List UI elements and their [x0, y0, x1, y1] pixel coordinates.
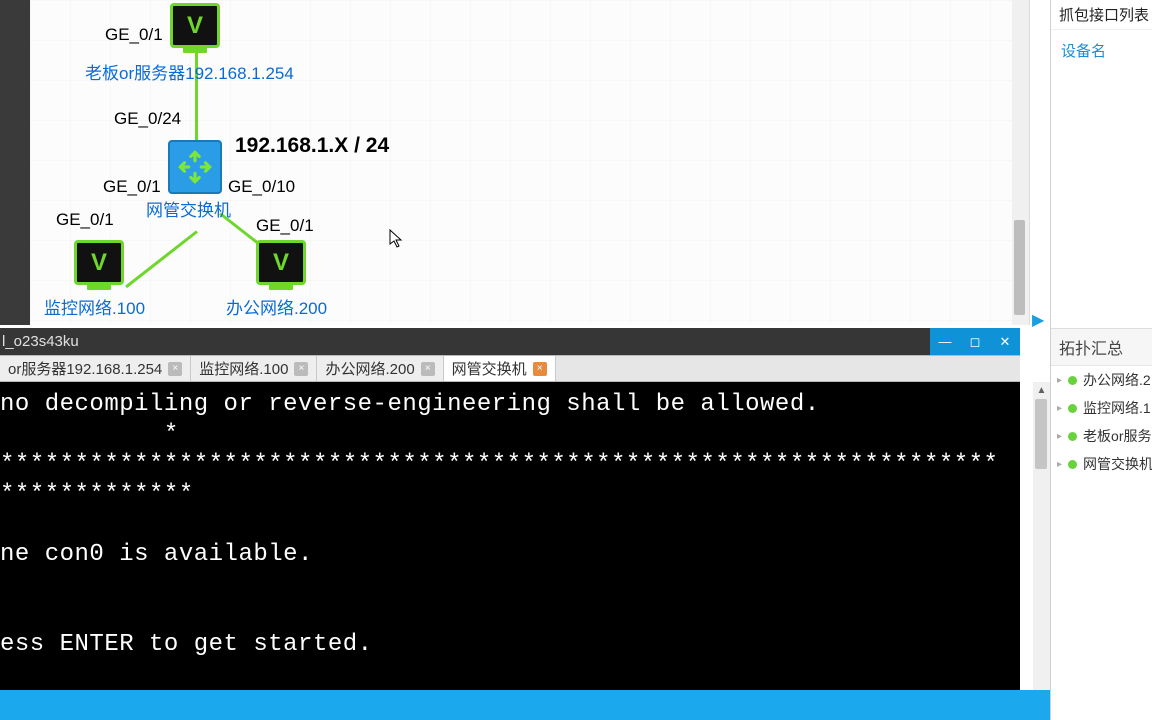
side-panel: 抓包接口列表 设备名 拓扑汇总 ▸ 办公网络.2 ▸ 监控网络.1 ▸ 老板or… — [1050, 0, 1152, 720]
terminal-title: l_o23s43ku — [0, 333, 79, 350]
status-dot-icon — [1068, 404, 1077, 413]
node-switch[interactable] — [168, 140, 222, 194]
canvas-scrollbar[interactable] — [1012, 0, 1029, 325]
pc-icon: V — [256, 240, 306, 285]
chevron-right-icon: ▸ — [1057, 459, 1062, 470]
tab-close-icon[interactable]: × — [421, 362, 435, 376]
terminal-tab[interactable]: 办公网络.200 × — [317, 356, 443, 381]
panel-expand-icon[interactable]: ▶ — [1032, 310, 1046, 330]
device-list-item[interactable]: ▸ 网管交换机 — [1051, 450, 1152, 478]
tab-close-icon[interactable]: × — [168, 362, 182, 376]
left-toolbar — [0, 0, 30, 325]
terminal-tabs: or服务器192.168.1.254 × 监控网络.100 × 办公网络.200… — [0, 355, 1020, 382]
terminal-tab[interactable]: 监控网络.100 × — [191, 356, 317, 381]
tab-label: 网管交换机 — [452, 358, 527, 379]
switch-icon — [168, 140, 222, 194]
port-switch-right: GE_0/10 — [228, 177, 295, 197]
minimize-button[interactable]: — — [930, 328, 960, 355]
node-monitor-label: 监控网络.100 — [44, 294, 145, 319]
device-list-item[interactable]: ▸ 监控网络.1 — [1051, 394, 1152, 422]
port-switch-left: GE_0/1 — [103, 177, 161, 197]
node-office[interactable]: V — [256, 240, 306, 285]
device-name: 监控网络.1 — [1083, 398, 1151, 418]
terminal-window: l_o23s43ku — ◻ ✕ or服务器192.168.1.254 × 监控… — [0, 328, 1020, 708]
node-switch-label: 网管交换机 — [146, 196, 231, 221]
capture-list-header: 抓包接口列表 — [1051, 0, 1152, 30]
device-list-item[interactable]: ▸ 办公网络.2 — [1051, 366, 1152, 394]
port-monitor: GE_0/1 — [56, 210, 114, 230]
terminal-scrollbar[interactable]: ▲ ▼ — [1033, 382, 1050, 707]
status-dot-icon — [1068, 460, 1077, 469]
tab-label: 监控网络.100 — [199, 358, 288, 379]
chevron-right-icon: ▸ — [1057, 431, 1062, 442]
port-office: GE_0/1 — [256, 216, 314, 236]
node-server-label: 老板or服务器192.168.1.254 — [85, 59, 294, 84]
status-dot-icon — [1068, 432, 1077, 441]
pc-icon: V — [74, 240, 124, 285]
terminal-tab[interactable]: or服务器192.168.1.254 × — [0, 356, 191, 381]
device-list-item[interactable]: ▸ 老板or服务 — [1051, 422, 1152, 450]
status-dot-icon — [1068, 376, 1077, 385]
tab-label: 办公网络.200 — [325, 358, 414, 379]
topology-summary-header: 拓扑汇总 — [1051, 329, 1152, 366]
chevron-right-icon: ▸ — [1057, 403, 1062, 414]
tab-close-icon[interactable]: × — [533, 362, 547, 376]
device-name: 网管交换机 — [1083, 454, 1152, 474]
device-column-header[interactable]: 设备名 — [1051, 30, 1152, 73]
device-name: 老板or服务 — [1083, 426, 1151, 446]
subnet-label: 192.168.1.X / 24 — [235, 134, 389, 158]
maximize-button[interactable]: ◻ — [960, 328, 990, 355]
mouse-cursor — [389, 229, 403, 249]
node-server[interactable]: V — [170, 3, 220, 48]
link-switch-monitor — [125, 230, 198, 288]
terminal-titlebar[interactable]: l_o23s43ku — ◻ ✕ — [0, 328, 1020, 355]
device-name: 办公网络.2 — [1083, 370, 1151, 390]
terminal-output[interactable]: no decompiling or reverse-engineering sh… — [0, 382, 1020, 707]
terminal-tab-active[interactable]: 网管交换机 × — [444, 356, 556, 381]
node-monitor[interactable]: V — [74, 240, 124, 285]
node-office-label: 办公网络.200 — [226, 294, 327, 319]
chevron-right-icon: ▸ — [1057, 375, 1062, 386]
tab-close-icon[interactable]: × — [294, 362, 308, 376]
port-switch-up: GE_0/24 — [114, 109, 181, 129]
taskbar[interactable] — [0, 690, 1050, 720]
topology-canvas[interactable]: V 老板or服务器192.168.1.254 GE_0/1 网管交换机 GE_0… — [30, 0, 1030, 325]
port-server: GE_0/1 — [105, 25, 163, 45]
pc-icon: V — [170, 3, 220, 48]
tab-label: or服务器192.168.1.254 — [8, 358, 162, 379]
close-button[interactable]: ✕ — [990, 328, 1020, 355]
